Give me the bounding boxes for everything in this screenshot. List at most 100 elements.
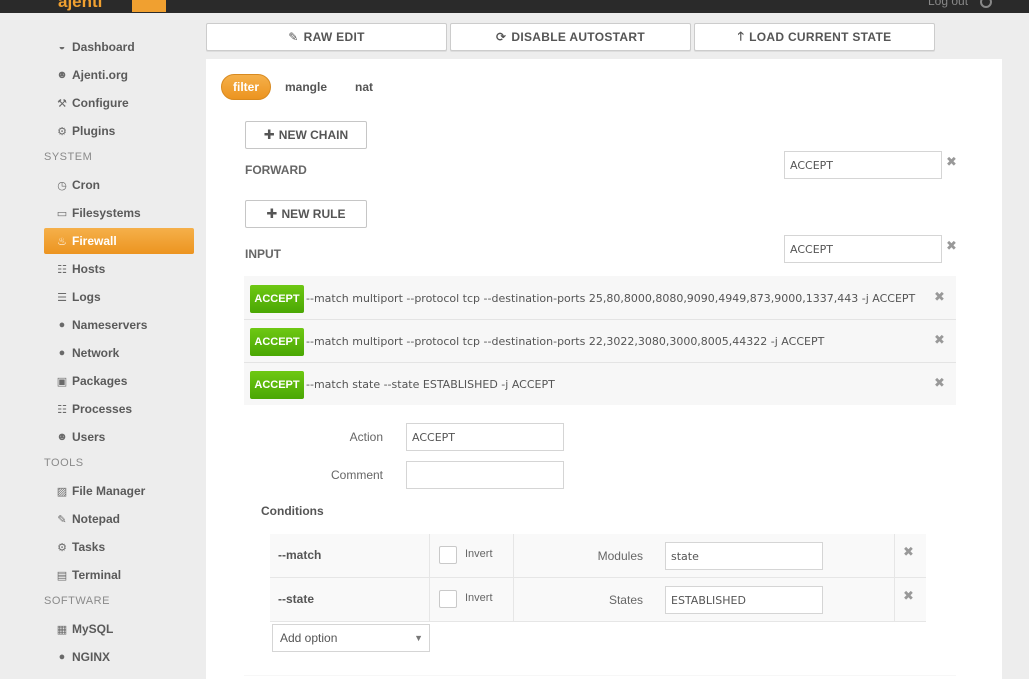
rule-row[interactable]: ACCEPT --match multiport --protocol tcp … <box>244 320 956 363</box>
sidebar-item-label: Cron <box>72 178 100 192</box>
rule-action-badge: ACCEPT <box>250 328 304 356</box>
rule-action-badge: ACCEPT <box>250 371 304 399</box>
raw-edit-button[interactable]: ✎ RAW EDIT <box>206 23 447 51</box>
delete-rule-icon[interactable]: ✖ <box>934 332 945 348</box>
group-icon: ☻ <box>56 431 68 443</box>
table-icon: ☷ <box>57 403 67 416</box>
add-option-select[interactable]: Add option ▼ <box>272 624 430 652</box>
sidebar-item-label: MySQL <box>72 622 114 636</box>
sidebar-item-label: Hosts <box>72 262 106 276</box>
delete-chain-forward-icon[interactable]: ✖ <box>946 154 957 170</box>
new-rule-button[interactable]: ✚ NEW RULE <box>245 200 367 228</box>
sidebar-item-dashboard[interactable]: ◒ Dashboard <box>44 34 194 60</box>
tab-filter[interactable]: filter <box>221 74 272 100</box>
clock-icon: ◷ <box>57 179 67 192</box>
app-logo[interactable]: ajenti <box>58 0 102 12</box>
condition-row: --state Invert States ESTABLISHED ✖ <box>270 578 926 622</box>
sidebar-item-label: Processes <box>72 402 133 416</box>
invert-checkbox[interactable] <box>439 590 457 608</box>
sidebar-item-users[interactable]: ☻ Users <box>44 424 194 450</box>
wrench-icon: ⚒ <box>57 97 67 110</box>
sidebar-item-network[interactable]: ● Network <box>44 340 194 366</box>
sidebar-item-nameservers[interactable]: ● Nameservers <box>44 312 194 338</box>
sidebar-item-configure[interactable]: ⚒ Configure <box>44 90 194 116</box>
invert-label: Invert <box>465 592 493 604</box>
dashboard-icon: ◒ <box>58 41 66 53</box>
sidebar-item-tasks[interactable]: ⚙ Tasks <box>44 534 194 560</box>
invert-label: Invert <box>465 548 493 560</box>
sidebar-item-ajenti-org[interactable]: ☻ Ajenti.org <box>44 62 194 88</box>
globe-icon: ● <box>58 319 66 331</box>
sidebar-item-logs[interactable]: ☰ Logs <box>44 284 194 310</box>
sidebar-item-firewall[interactable]: ♨ Firewall <box>44 228 194 254</box>
sidebar-item-nginx[interactable]: ● NGINX <box>44 644 194 670</box>
terminal-icon: ▤ <box>56 569 68 582</box>
users-icon: ☻ <box>56 69 68 81</box>
fire-icon: ♨ <box>57 235 67 248</box>
plus-icon: ✚ <box>266 206 278 221</box>
menu-toggle-button[interactable] <box>132 0 166 12</box>
sidebar-item-cron[interactable]: ◷ Cron <box>44 172 194 198</box>
globe-icon: ● <box>58 347 66 359</box>
new-chain-button[interactable]: ✚ NEW CHAIN <box>245 121 367 149</box>
delete-rule-icon[interactable]: ✖ <box>934 375 945 391</box>
sidebar-item-hosts[interactable]: ☷ Hosts <box>44 256 194 282</box>
tab-mangle[interactable]: mangle <box>274 74 338 100</box>
sidebar-item-label: Packages <box>72 374 128 388</box>
action-field[interactable]: ACCEPT <box>406 423 564 451</box>
chain-policy-forward[interactable]: ACCEPT <box>784 151 942 179</box>
sidebar-item-file-manager[interactable]: ▨ File Manager <box>44 478 194 504</box>
sidebar-item-mysql[interactable]: ▦ MySQL <box>44 616 194 642</box>
sidebar-item-plugins[interactable]: ⚙ Plugins <box>44 118 194 144</box>
sidebar-item-packages[interactable]: ▣ Packages <box>44 368 194 394</box>
gift-icon: ▣ <box>56 375 68 388</box>
sidebar-item-label: Firewall <box>72 234 117 248</box>
sidebar-item-terminal[interactable]: ▤ Terminal <box>44 562 194 588</box>
invert-checkbox[interactable] <box>439 546 457 564</box>
rule-text: --match multiport --protocol tcp --desti… <box>306 335 825 348</box>
delete-rule-icon[interactable]: ✖ <box>934 289 945 305</box>
pencil-icon: ✎ <box>288 30 299 44</box>
sidebar-item-label: Plugins <box>72 124 116 138</box>
condition-name: --state <box>278 592 315 606</box>
table-icon: ▦ <box>56 623 68 636</box>
action-label: Action <box>349 430 383 444</box>
delete-chain-input-icon[interactable]: ✖ <box>946 238 957 254</box>
sidebar-item-label: Configure <box>72 96 129 110</box>
delete-condition-icon[interactable]: ✖ <box>903 588 914 604</box>
sidebar-item-filesystems[interactable]: ▭ Filesystems <box>44 200 194 226</box>
disable-autostart-button[interactable]: ⟳ DISABLE AUTOSTART <box>450 23 691 51</box>
sidebar-item-label: Filesystems <box>72 206 141 220</box>
sidebar-item-notepad[interactable]: ✎ Notepad <box>44 506 194 532</box>
delete-condition-icon[interactable]: ✖ <box>903 544 914 560</box>
sitemap-icon: ☷ <box>57 263 67 276</box>
conditions-title: Conditions <box>261 504 324 518</box>
top-bar: ajenti Log out <box>0 0 1029 13</box>
chain-policy-input[interactable]: ACCEPT <box>784 235 942 263</box>
sidebar-item-label: Tasks <box>72 540 106 554</box>
modules-field[interactable]: state <box>665 542 823 570</box>
sidebar-item-processes[interactable]: ☷ Processes <box>44 396 194 422</box>
sidebar-item-label: Nameservers <box>72 318 148 332</box>
sidebar-item-label: NGINX <box>72 650 111 664</box>
power-icon[interactable] <box>980 0 992 8</box>
hdd-icon: ▭ <box>56 207 68 220</box>
load-current-state-label: LOAD CURRENT STATE <box>749 30 892 44</box>
refresh-icon: ⟳ <box>496 30 507 44</box>
load-current-state-button[interactable]: 🡑 LOAD CURRENT STATE <box>694 23 935 51</box>
tab-nat[interactable]: nat <box>344 74 384 100</box>
globe-icon: ● <box>58 651 66 663</box>
disable-autostart-label: DISABLE AUTOSTART <box>511 30 645 44</box>
sidebar-section-title: TOOLS <box>44 457 84 469</box>
arrow-up-icon: 🡑 <box>737 28 745 43</box>
rule-action-badge: ACCEPT <box>250 285 304 313</box>
rule-row[interactable]: ACCEPT --match multiport --protocol tcp … <box>244 277 956 320</box>
cogs-icon: ⚙ <box>57 125 67 138</box>
condition-name: --match <box>278 548 322 562</box>
comment-field[interactable] <box>406 461 564 489</box>
cog-icon: ⚙ <box>57 541 67 554</box>
logout-link[interactable]: Log out <box>928 0 968 8</box>
states-field[interactable]: ESTABLISHED <box>665 586 823 614</box>
sidebar-item-label: Notepad <box>72 512 120 526</box>
rule-row[interactable]: ACCEPT --match state --state ESTABLISHED… <box>244 363 956 406</box>
